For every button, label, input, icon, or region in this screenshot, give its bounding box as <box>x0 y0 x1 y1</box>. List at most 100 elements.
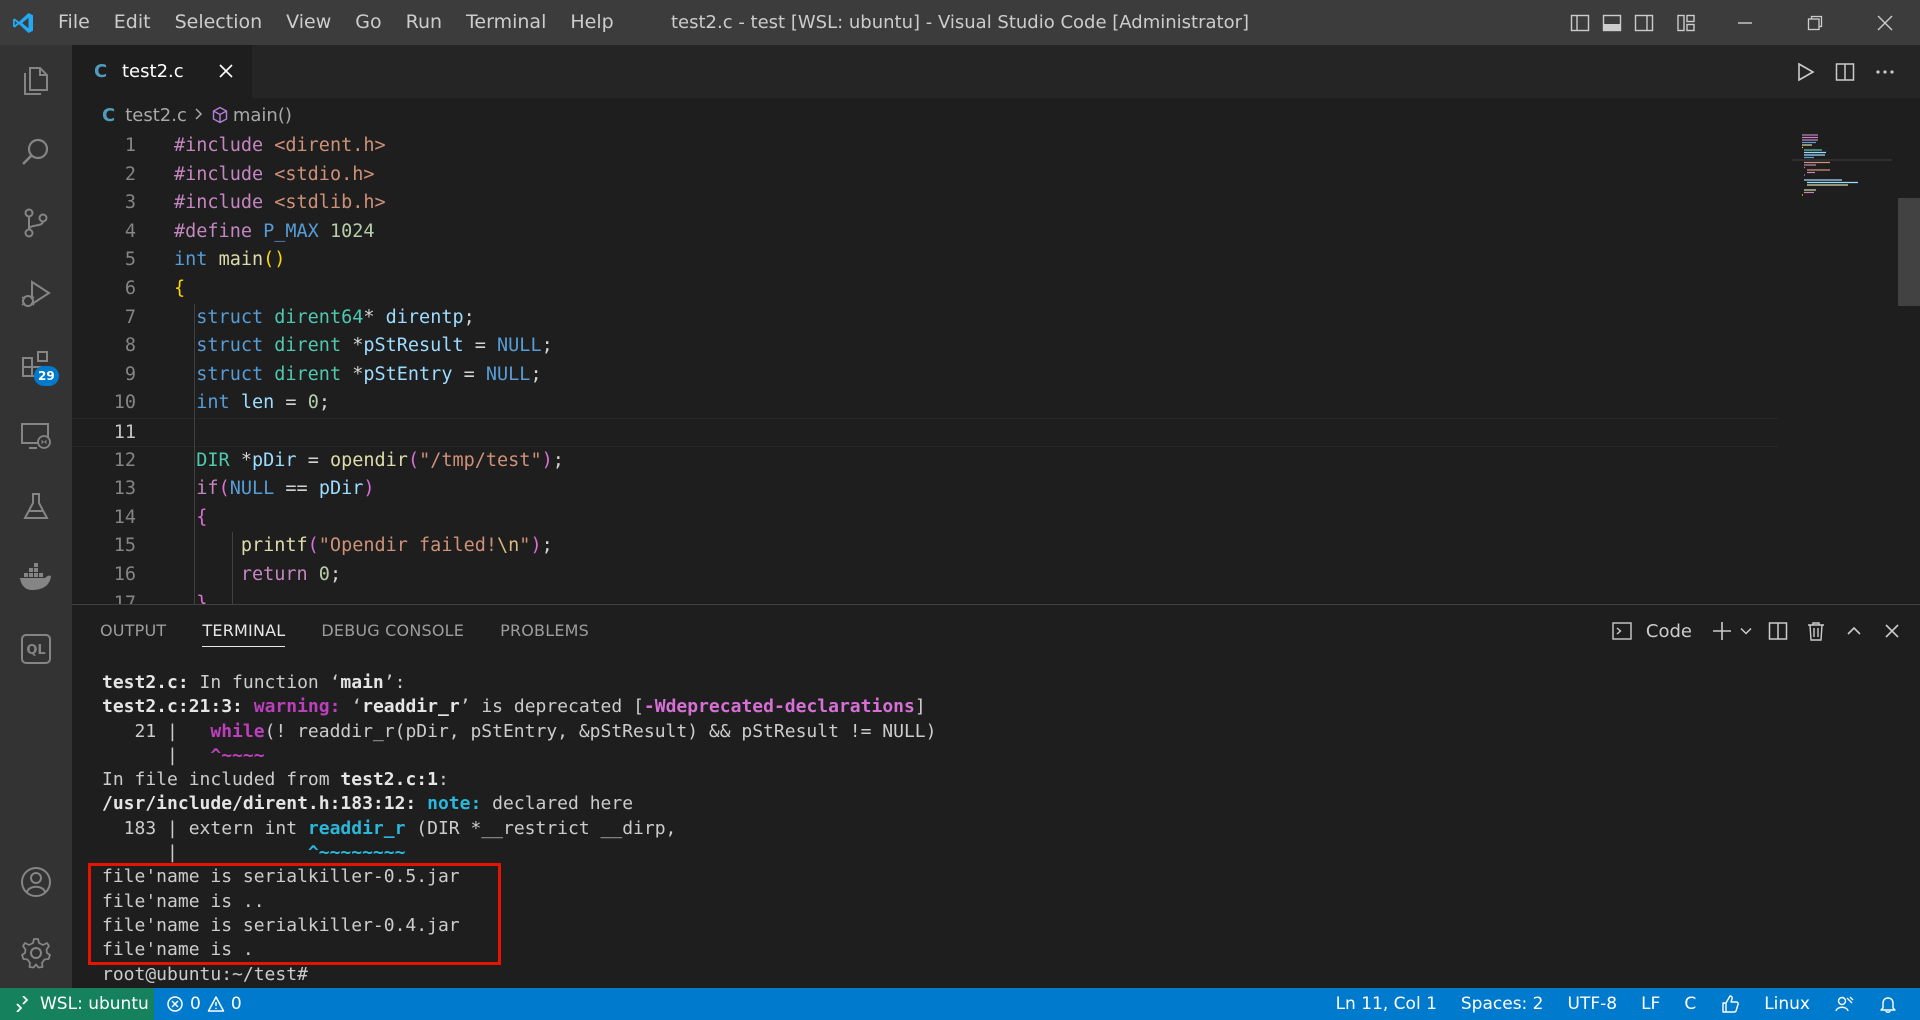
line-number: 3 <box>124 192 136 214</box>
language-mode[interactable]: C <box>1672 988 1708 1020</box>
minimap[interactable] <box>1792 132 1920 604</box>
restore-window-icon[interactable] <box>1780 0 1850 45</box>
source-control-icon[interactable] <box>0 187 72 258</box>
code-text: DIR *pDir = opendir("/tmp/test"); <box>196 449 564 471</box>
menu-terminal[interactable]: Terminal <box>454 0 558 45</box>
more-actions-icon[interactable] <box>1870 57 1900 87</box>
feedback-icon[interactable] <box>1708 988 1752 1020</box>
split-terminal-icon[interactable] <box>1764 617 1792 645</box>
menu-file[interactable]: File <box>46 0 102 45</box>
new-terminal-icon[interactable] <box>1708 617 1736 645</box>
explorer-icon[interactable] <box>0 45 72 116</box>
code-line[interactable]: 7 struct dirent64* direntp; <box>72 304 1778 333</box>
code-text: } <box>196 592 208 604</box>
os-indicator[interactable]: Linux <box>1752 988 1822 1020</box>
code-line[interactable]: 17 } <box>72 590 1778 604</box>
trash-icon[interactable] <box>1802 617 1830 645</box>
menu-go[interactable]: Go <box>343 0 393 45</box>
code-line[interactable]: 3 #include <stdlib.h> <box>72 189 1778 218</box>
error-icon <box>167 996 183 1012</box>
code-text: struct dirent *pStEntry = NULL; <box>196 363 542 385</box>
toggle-panel-icon[interactable] <box>1596 0 1628 45</box>
editor-scrollbar[interactable] <box>1898 198 1920 306</box>
code-line[interactable]: 13 if(NULL == pDir) <box>72 475 1778 504</box>
menu-bar: File Edit Selection View Go Run Terminal Help <box>46 0 626 45</box>
cursor-position[interactable]: Ln 11, Col 1 <box>1324 988 1449 1020</box>
code-line[interactable]: 11 <box>72 418 1778 447</box>
extensions-badge: 29 <box>34 366 59 386</box>
menu-selection[interactable]: Selection <box>163 0 275 45</box>
tab-debug-console[interactable]: DEBUG CONSOLE <box>321 605 464 657</box>
terminal-line: test2.c:21:3: warning: ‘readdir_r’ is de… <box>102 696 926 718</box>
remote-indicator[interactable]: WSL: ubuntu <box>0 988 154 1020</box>
encoding[interactable]: UTF-8 <box>1556 988 1630 1020</box>
remote-explorer-icon[interactable] <box>0 400 72 471</box>
menu-help[interactable]: Help <box>558 0 625 45</box>
line-number: 13 <box>113 478 136 500</box>
line-number: 15 <box>113 535 136 557</box>
run-file-icon[interactable] <box>1790 57 1820 87</box>
indentation[interactable]: Spaces: 2 <box>1449 988 1556 1020</box>
line-number: 17 <box>113 592 136 604</box>
code-text: struct dirent64* direntp; <box>196 306 475 328</box>
code-line[interactable]: 8 struct dirent *pStResult = NULL; <box>72 332 1778 361</box>
code-line[interactable]: 9 struct dirent *pStEntry = NULL; <box>72 361 1778 390</box>
menu-run[interactable]: Run <box>394 0 454 45</box>
account-icon[interactable] <box>0 846 72 917</box>
chevron-down-icon[interactable] <box>1738 617 1754 645</box>
close-window-icon[interactable] <box>1850 0 1920 45</box>
line-ending[interactable]: LF <box>1629 988 1672 1020</box>
run-debug-icon[interactable] <box>0 258 72 329</box>
minimize-window-icon[interactable] <box>1710 0 1780 45</box>
tab-output[interactable]: OUTPUT <box>100 605 166 657</box>
code-line[interactable]: 12 DIR *pDir = opendir("/tmp/test"); <box>72 447 1778 476</box>
code-line[interactable]: 4 #define P_MAX 1024 <box>72 218 1778 247</box>
terminal-icon <box>1608 617 1636 645</box>
customize-layout-icon[interactable] <box>1670 0 1702 45</box>
c-file-icon: C <box>102 104 116 126</box>
toggle-primary-sidebar-icon[interactable] <box>1564 0 1596 45</box>
menu-edit[interactable]: Edit <box>102 0 163 45</box>
code-line[interactable]: 2 #include <stdio.h> <box>72 161 1778 190</box>
testing-icon[interactable] <box>0 471 72 542</box>
warning-count: 0 <box>230 994 242 1014</box>
code-line[interactable]: 10 int len = 0; <box>72 389 1778 418</box>
code-line[interactable]: 6{ <box>72 275 1778 304</box>
line-number: 9 <box>124 363 136 385</box>
highlight-box <box>88 863 501 965</box>
menu-view[interactable]: View <box>274 0 343 45</box>
maximize-panel-icon[interactable] <box>1840 617 1868 645</box>
terminal-line: | ^~~~~ <box>102 744 265 766</box>
code-line[interactable]: 1 #include <dirent.h> <box>72 132 1778 161</box>
notifications-bell-icon[interactable] <box>1866 988 1910 1020</box>
line-number: 1 <box>124 135 136 156</box>
code-line[interactable]: 16 return 0; <box>72 561 1778 590</box>
bottom-panel: OUTPUT TERMINAL DEBUG CONSOLE PROBLEMS Code… <box>72 604 1920 988</box>
accounts-icon[interactable] <box>1822 988 1866 1020</box>
error-count: 0 <box>190 994 201 1014</box>
breadcrumb-file[interactable]: test2.c <box>125 105 187 126</box>
toggle-secondary-sidebar-icon[interactable] <box>1628 0 1660 45</box>
breadcrumb-symbol[interactable]: main() <box>233 105 292 126</box>
code-line[interactable]: 15 printf("Opendir failed!\n"); <box>72 532 1778 561</box>
code-line[interactable]: 5 int main() <box>72 246 1778 275</box>
terminal-name[interactable]: Code <box>1646 621 1692 642</box>
tab-test2-c[interactable]: C test2.c <box>72 45 252 98</box>
extensions-icon[interactable]: 29 <box>0 329 72 400</box>
search-icon[interactable] <box>0 116 72 187</box>
problems-status[interactable]: 0 0 <box>154 988 254 1020</box>
vscode-logo-icon[interactable] <box>0 0 46 45</box>
split-editor-icon[interactable] <box>1830 57 1860 87</box>
docker-icon[interactable] <box>0 542 72 613</box>
tab-terminal[interactable]: TERMINAL <box>202 605 286 657</box>
close-panel-icon[interactable] <box>1878 617 1906 645</box>
status-bar: WSL: ubuntu 0 0 Ln 11, Col 1 Spaces: 2 U… <box>0 988 1920 1020</box>
code-line[interactable]: 14 { <box>72 504 1778 533</box>
codeql-icon[interactable]: QL <box>0 613 72 684</box>
terminal-line: test2.c: In function ‘main’: <box>102 672 406 693</box>
tab-problems[interactable]: PROBLEMS <box>500 605 589 657</box>
terminal-line: 183 | extern int readdir_r (DIR *__restr… <box>102 817 677 839</box>
code-editor[interactable]: 1 #include <dirent.h> 2 #include <stdio.h> 3… <box>72 132 1920 604</box>
close-tab-icon[interactable] <box>216 61 236 81</box>
settings-gear-icon[interactable] <box>0 917 72 988</box>
